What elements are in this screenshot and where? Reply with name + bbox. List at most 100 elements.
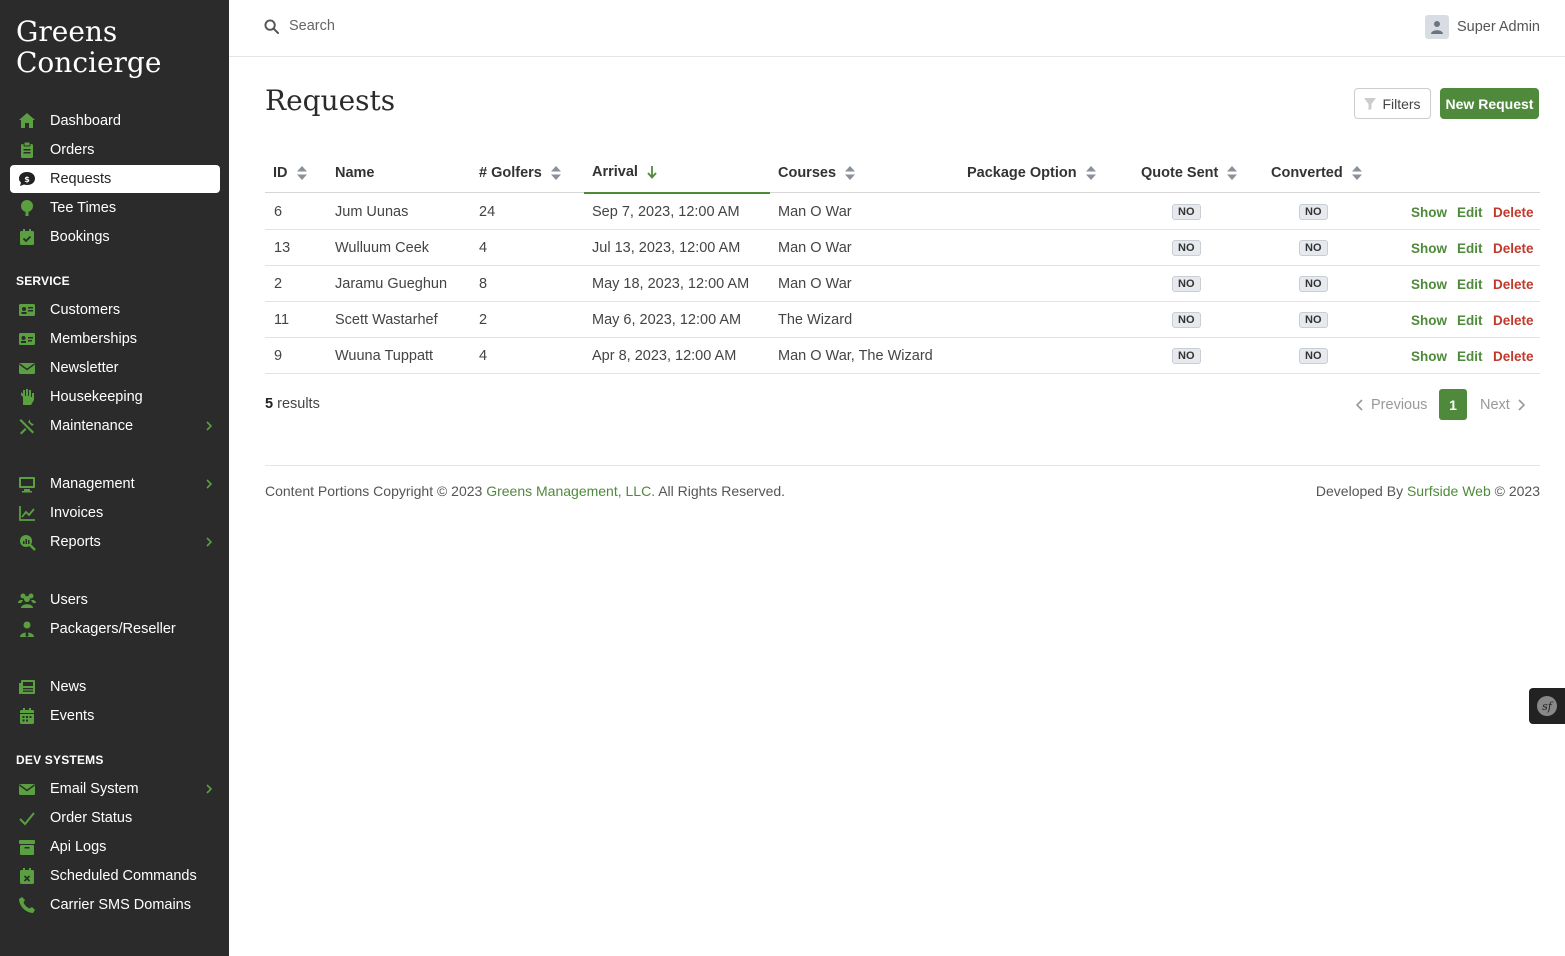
sidebar-item-memberships[interactable]: Memberships xyxy=(10,325,220,353)
sidebar-item-requests[interactable]: $ Requests xyxy=(10,165,220,193)
user-tie-icon xyxy=(16,620,38,638)
delete-link[interactable]: Delete xyxy=(1493,205,1534,220)
sidebar-item-packagers-reseller[interactable]: Packagers/Reseller xyxy=(10,615,220,643)
show-link[interactable]: Show xyxy=(1411,241,1447,256)
page-1-button[interactable]: 1 xyxy=(1439,389,1467,420)
sidebar-item-email-system[interactable]: Email System xyxy=(10,775,220,803)
search-input[interactable] xyxy=(289,18,589,34)
cell-courses: Man O War xyxy=(778,204,852,220)
edit-link[interactable]: Edit xyxy=(1457,277,1483,292)
status-badge: NO xyxy=(1299,240,1328,256)
search-chart-icon xyxy=(16,533,38,551)
calendar-check-icon xyxy=(16,228,38,246)
cell-name: Wuuna Tuppatt xyxy=(335,348,434,364)
sidebar-item-events[interactable]: Events xyxy=(10,702,220,730)
sidebar-item-newsletter[interactable]: Newsletter xyxy=(10,354,220,382)
symfony-toolbar-toggle[interactable]: sf xyxy=(1529,688,1565,724)
sidebar: Greens Concierge Dashboard Orders $ Request… xyxy=(0,0,229,956)
sidebar-item-api-logs[interactable]: Api Logs xyxy=(10,833,220,861)
edit-link[interactable]: Edit xyxy=(1457,205,1483,220)
column-name[interactable]: Name xyxy=(335,152,375,193)
sort-icon xyxy=(1085,165,1096,180)
surfside-web-link[interactable]: Surfside Web xyxy=(1407,483,1491,499)
column-courses[interactable]: Courses xyxy=(778,152,856,193)
footer-divider xyxy=(265,465,1540,466)
next-button[interactable]: Next xyxy=(1480,389,1526,420)
id-card-icon xyxy=(16,330,38,348)
sidebar-item-management[interactable]: Management xyxy=(10,470,220,498)
cell-courses: Man O War xyxy=(778,276,852,292)
section-title-service: SERVICE xyxy=(16,274,70,288)
delete-link[interactable]: Delete xyxy=(1493,241,1534,256)
edit-link[interactable]: Edit xyxy=(1457,313,1483,328)
previous-button[interactable]: Previous xyxy=(1355,389,1427,420)
user-menu[interactable]: Super Admin xyxy=(1424,15,1540,39)
footer-developer: Developed By Surfside Web © 2023 xyxy=(1315,483,1540,499)
chevron-right-icon xyxy=(206,479,213,489)
table-row: 2 Jaramu Gueghun 8 May 18, 2023, 12:00 AM Ma… xyxy=(265,266,1540,302)
sidebar-item-label: Bookings xyxy=(50,229,110,245)
hand-sparkles-icon xyxy=(16,388,38,406)
sidebar-item-users[interactable]: Users xyxy=(10,586,220,614)
delete-link[interactable]: Delete xyxy=(1493,313,1534,328)
cell-golfers: 8 xyxy=(479,276,488,292)
clipboard-icon xyxy=(16,141,38,159)
sidebar-item-label: Invoices xyxy=(50,505,104,521)
sort-icon xyxy=(1351,165,1362,180)
show-link[interactable]: Show xyxy=(1411,277,1447,292)
cell-id: 6 xyxy=(274,204,283,220)
envelope-icon xyxy=(16,359,38,377)
column-golfers[interactable]: # Golfers xyxy=(479,152,561,193)
sidebar-item-carrier-sms-domains[interactable]: Carrier SMS Domains xyxy=(10,891,220,919)
sort-icon xyxy=(1227,165,1238,180)
sidebar-item-scheduled-commands[interactable]: Scheduled Commands xyxy=(10,862,220,890)
show-link[interactable]: Show xyxy=(1411,349,1447,364)
greens-management-link[interactable]: Greens Management, LLC. xyxy=(486,483,655,499)
sidebar-item-news[interactable]: News xyxy=(10,673,220,701)
sidebar-item-maintenance[interactable]: Maintenance xyxy=(10,412,220,440)
cell-arrival: Apr 8, 2023, 12:00 AM xyxy=(592,348,737,364)
new-request-button[interactable]: New Request xyxy=(1440,88,1539,119)
filters-button[interactable]: Filters xyxy=(1354,88,1431,119)
sidebar-item-dashboard[interactable]: Dashboard xyxy=(10,107,220,135)
search-box[interactable] xyxy=(264,18,589,34)
cell-id: 11 xyxy=(274,312,290,328)
delete-link[interactable]: Delete xyxy=(1493,277,1534,292)
show-link[interactable]: Show xyxy=(1411,313,1447,328)
cell-golfers: 4 xyxy=(479,348,488,364)
sidebar-item-bookings[interactable]: Bookings xyxy=(10,223,220,251)
sidebar-item-housekeeping[interactable]: Housekeeping xyxy=(10,383,220,411)
sidebar-item-order-status[interactable]: Order Status xyxy=(10,804,220,832)
sidebar-item-customers[interactable]: Customers xyxy=(10,296,220,324)
sort-icon xyxy=(296,165,307,180)
footer-copyright: Content Portions Copyright © 2023 Greens… xyxy=(265,483,786,499)
sidebar-item-tee-times[interactable]: Tee Times xyxy=(10,194,220,222)
user-name: Super Admin xyxy=(1456,19,1540,35)
edit-link[interactable]: Edit xyxy=(1457,349,1483,364)
column-id[interactable]: ID xyxy=(273,152,307,193)
column-arrival[interactable]: Arrival xyxy=(584,152,770,194)
sidebar-item-label: Memberships xyxy=(50,331,138,347)
status-badge: NO xyxy=(1299,348,1328,364)
column-converted[interactable]: Converted xyxy=(1271,152,1362,193)
cell-converted: NO xyxy=(1299,230,1328,266)
edit-link[interactable]: Edit xyxy=(1457,241,1483,256)
cell-quote-sent: NO xyxy=(1172,194,1201,230)
delete-link[interactable]: Delete xyxy=(1493,349,1534,364)
envelope-icon xyxy=(16,780,38,798)
check-icon xyxy=(16,809,38,827)
cell-courses: Man O War, The Wizard xyxy=(778,348,933,364)
sidebar-item-reports[interactable]: Reports xyxy=(10,528,220,556)
show-link[interactable]: Show xyxy=(1411,205,1447,220)
column-quote-sent[interactable]: Quote Sent xyxy=(1141,152,1238,193)
sidebar-item-orders[interactable]: Orders xyxy=(10,136,220,164)
sidebar-item-invoices[interactable]: Invoices xyxy=(10,499,220,527)
column-package-option[interactable]: Package Option xyxy=(967,152,1096,193)
table-row: 13 Wulluum Ceek 4 Jul 13, 2023, 12:00 AM Man… xyxy=(265,230,1540,266)
sidebar-item-label: Carrier SMS Domains xyxy=(50,897,191,913)
desktop-icon xyxy=(16,475,38,493)
cell-golfers: 4 xyxy=(479,240,488,256)
page-title: Requests xyxy=(265,84,396,117)
brand-logo[interactable]: Greens Concierge xyxy=(16,16,161,78)
results-count: 5 results xyxy=(265,396,320,412)
